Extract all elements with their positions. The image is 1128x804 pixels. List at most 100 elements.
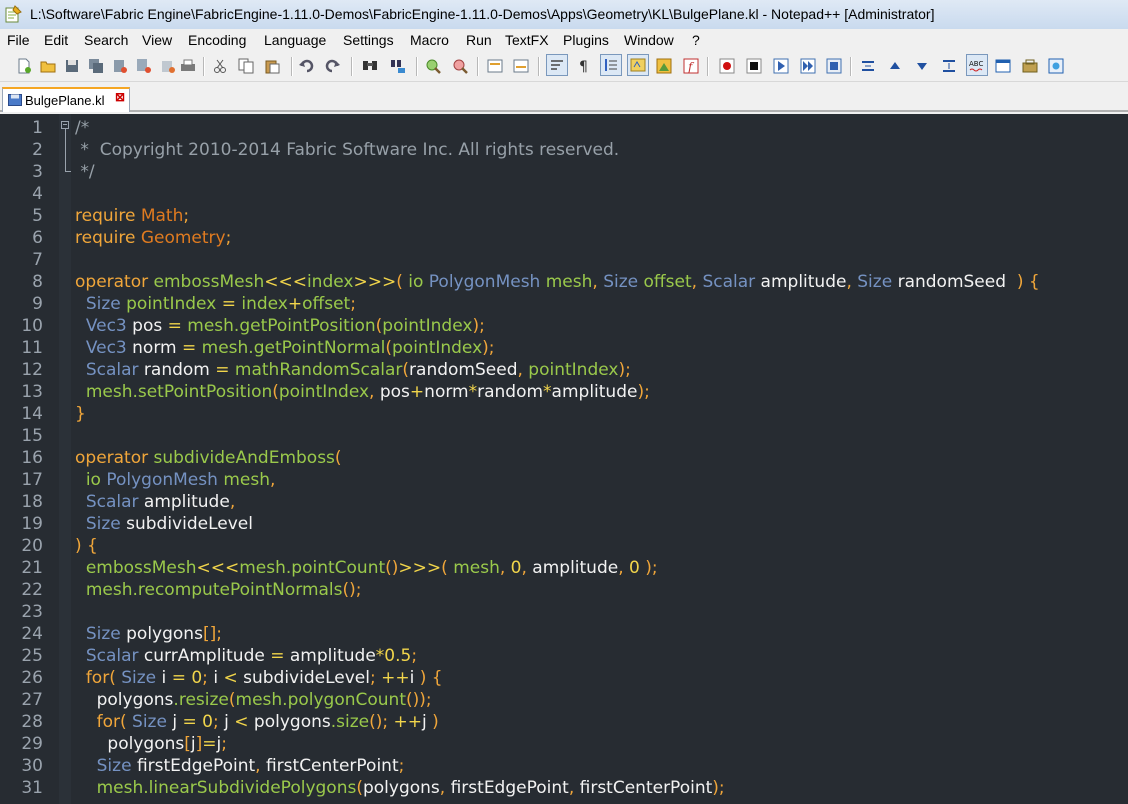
code-line[interactable]: 18 Scalar amplitude, [0,491,1128,513]
code-line[interactable]: 3 */ [0,161,1128,183]
show-all-chars-icon[interactable]: ¶ [574,56,594,76]
textfx-collapse-icon[interactable] [858,56,878,76]
code-line[interactable]: 14} [0,403,1128,425]
textfx-down-icon[interactable] [912,56,932,76]
notepad-plus-plus-app-icon[interactable] [4,5,22,23]
print-icon[interactable] [178,56,198,76]
code-line[interactable]: 11 Vec3 norm = mesh.getPointNormal(point… [0,337,1128,359]
close-tab-icon[interactable]: ⊠ [115,91,125,103]
tab-bulgeplane[interactable]: BulgePlane.kl ⊠ [2,87,130,112]
code-line[interactable]: 6 require Geometry; [0,227,1128,249]
code-token: Scalar [85,646,144,666]
code-token: /* [75,118,90,138]
menu-search[interactable]: Search [84,32,128,48]
menu-textfx[interactable]: TextFX [505,32,549,48]
close-icon[interactable] [110,56,130,76]
code-line[interactable]: 30 Size firstEdgePoint, firstCenterPoint… [0,755,1128,777]
code-token: Size [96,756,137,776]
run-macro-multiple-icon[interactable] [798,56,818,76]
code-line[interactable]: 1 /* [0,117,1128,139]
code-text: polygons[j]=j; [75,733,227,755]
save-macro-icon[interactable] [824,56,844,76]
menu-file[interactable]: File [7,32,30,48]
code-line[interactable]: 31 mesh.linearSubdividePolygons(polygons… [0,777,1128,799]
code-line[interactable]: 8 operator embossMesh<<<index>>>( io Poly… [0,271,1128,293]
plugin-window-icon[interactable] [993,56,1013,76]
undo-icon[interactable] [297,56,317,76]
menu-run[interactable]: Run [466,32,492,48]
menu-encoding[interactable]: Encoding [188,32,246,48]
menu-language[interactable]: Language [264,32,326,48]
code-token: .resize [173,690,229,710]
code-line[interactable]: 28 for( Size j = 0; j < polygons.size();… [0,711,1128,733]
record-macro-icon[interactable] [717,56,737,76]
stop-macro-icon[interactable] [744,56,764,76]
code-line[interactable]: 17 io PolygonMesh mesh, [0,469,1128,491]
code-text: /* [75,117,89,139]
code-line[interactable]: 24 Size polygons[]; [0,623,1128,645]
play-macro-icon[interactable] [771,56,791,76]
code-line[interactable]: 9 Size pointIndex = index+offset; [0,293,1128,315]
find-icon[interactable] [360,56,380,76]
copy-icon[interactable] [236,56,256,76]
textfx-expand-icon[interactable] [939,56,959,76]
code-line[interactable]: 2 * Copyright 2010-2014 Fabric Software … [0,139,1128,161]
zoom-out-icon[interactable] [450,56,470,76]
code-line[interactable]: 16 operator subdivideAndEmboss( [0,447,1128,469]
close-others-icon[interactable] [158,56,178,76]
close-all-icon[interactable] [134,56,154,76]
code-line[interactable]: 22 mesh.recomputePointNormals(); [0,579,1128,601]
new-file-icon[interactable] [14,56,34,76]
code-line[interactable]: 25 Scalar currAmplitude = amplitude*0.5; [0,645,1128,667]
menu-plugins[interactable]: Plugins [563,32,609,48]
code-text: for( Size i = 0; i < subdivideLevel; ++i… [75,667,443,689]
code-line[interactable]: 13 mesh.setPointPosition(pointIndex, pos… [0,381,1128,403]
code-line[interactable]: 19 Size subdivideLevel [0,513,1128,535]
menu-help[interactable]: ? [692,32,700,48]
plugin-toolbox-icon[interactable] [1020,56,1040,76]
menu-window[interactable]: Window [624,32,674,48]
menu-view[interactable]: View [142,32,172,48]
word-wrap-icon[interactable] [546,54,568,76]
function-list-icon[interactable]: f [681,56,701,76]
paste-icon[interactable] [262,56,282,76]
open-file-icon[interactable] [38,56,58,76]
spell-check-icon[interactable]: ABC [966,54,988,76]
code-line[interactable]: 26 for( Size i = 0; i < subdivideLevel; … [0,667,1128,689]
user-defined-language-icon[interactable] [627,54,649,76]
fold-toggle-icon[interactable] [61,121,69,129]
replace-icon[interactable] [388,56,408,76]
code-line[interactable]: 29 polygons[j]=j; [0,733,1128,755]
code-line[interactable]: 4 [0,183,1128,205]
code-editor[interactable]: 1/* 2 * Copyright 2010-2014 Fabric Softwa… [0,114,1128,804]
cut-icon[interactable] [210,56,230,76]
code-line[interactable]: 27 polygons.resize(mesh.polygonCount()); [0,689,1128,711]
redo-icon[interactable] [322,56,342,76]
textfx-up-icon[interactable] [885,56,905,76]
code-line[interactable]: 12 Scalar random = mathRandomScalar(rand… [0,359,1128,381]
zoom-in-icon[interactable] [423,56,443,76]
menu-edit[interactable]: Edit [44,32,68,48]
menu-settings[interactable]: Settings [343,32,394,48]
code-line[interactable]: 23 [0,601,1128,623]
code-line[interactable]: 5 require Math; [0,205,1128,227]
sync-vertical-icon[interactable] [485,56,505,76]
code-token: j [422,712,433,732]
code-text: Scalar random = mathRandomScalar(randomS… [75,359,631,381]
code-line[interactable]: 10 Vec3 pos = mesh.getPointPosition(poin… [0,315,1128,337]
code-line[interactable]: 21 embossMesh<<<mesh.pointCount()>>>( me… [0,557,1128,579]
code-line[interactable]: 15 [0,425,1128,447]
code-token: ; [225,228,232,248]
code-token: polygons [253,712,331,732]
indent-guide-icon[interactable] [600,54,622,76]
save-icon[interactable] [62,56,82,76]
document-map-icon[interactable] [654,56,674,76]
code-line[interactable]: 20) { [0,535,1128,557]
code-line[interactable]: 7 [0,249,1128,271]
sync-horizontal-icon[interactable] [511,56,531,76]
save-all-icon[interactable] [86,56,106,76]
plugin-compare-icon[interactable] [1046,56,1066,76]
menu-macro[interactable]: Macro [410,32,449,48]
code-token: amplitude [532,558,619,578]
